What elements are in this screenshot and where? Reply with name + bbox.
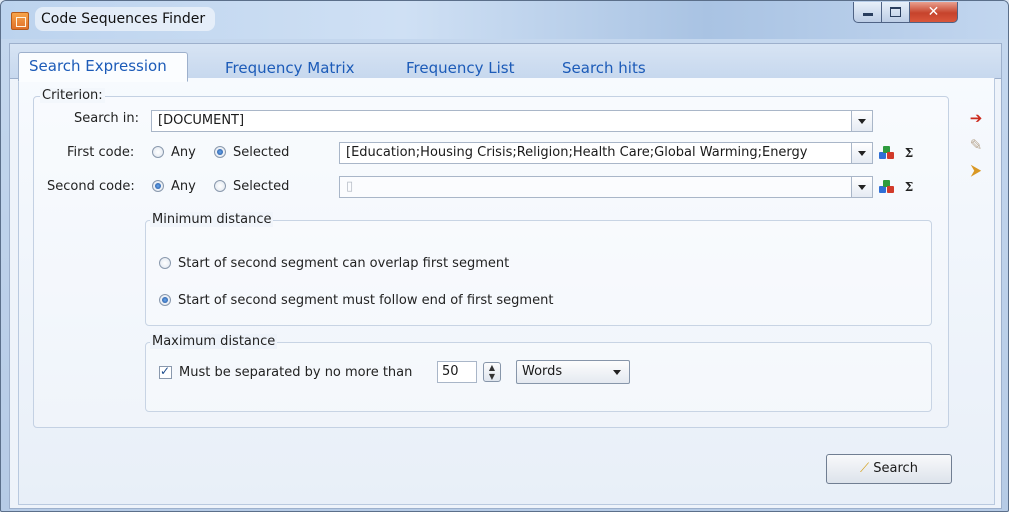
search-in-label: Search in:: [74, 111, 140, 126]
criterion-group: Criterion: Search in: [DOCUMENT] First c…: [33, 88, 949, 428]
chevron-down-icon[interactable]: [851, 111, 872, 131]
max-distance-checkbox[interactable]: [159, 364, 172, 379]
tab-frequency-list[interactable]: Frequency List: [406, 57, 514, 79]
overlap-radio[interactable]: [159, 257, 171, 269]
magic-wand-icon: ⟋: [860, 461, 870, 476]
maximum-distance-legend: Maximum distance: [150, 334, 278, 349]
first-code-label: First code:: [67, 145, 135, 160]
second-code-any-radio[interactable]: [152, 180, 164, 192]
tab-search-hits[interactable]: Search hits: [562, 57, 646, 79]
save-icon[interactable]: ⮞: [966, 160, 986, 180]
second-code-value: ▯: [346, 179, 354, 194]
first-code-selected-label: Selected: [233, 145, 290, 160]
search-button[interactable]: ⟋ Search: [826, 454, 952, 484]
tab-strip: Search Expression Frequency Matrix Frequ…: [10, 44, 1001, 82]
tab-frequency-matrix[interactable]: Frequency Matrix: [225, 57, 355, 79]
follow-label: Start of second segment must follow end …: [178, 293, 554, 308]
minimum-distance-legend: Minimum distance: [150, 212, 274, 227]
code-tree-icon[interactable]: [878, 179, 894, 195]
app-icon: [11, 12, 29, 30]
sigma-icon[interactable]: Σ: [901, 179, 917, 195]
distance-unit-select[interactable]: Words: [516, 360, 630, 384]
title-bar[interactable]: Code Sequences Finder ✕: [1, 1, 1008, 39]
minimize-button[interactable]: [853, 2, 882, 23]
overlap-label: Start of second segment can overlap firs…: [178, 256, 510, 271]
sigma-icon[interactable]: Σ: [901, 145, 917, 161]
close-icon: ✕: [927, 4, 940, 20]
max-distance-stepper[interactable]: ▲ ▼: [483, 362, 501, 382]
open-folder-icon[interactable]: ✎: [966, 135, 986, 155]
first-code-value: [Education;Housing Crisis;Religion;Healt…: [346, 145, 808, 160]
close-button[interactable]: ✕: [909, 2, 958, 23]
max-distance-label: Must be separated by no more than: [179, 365, 413, 380]
first-code-any-label: Any: [171, 145, 196, 160]
second-code-label: Second code:: [47, 179, 135, 194]
code-tree-icon[interactable]: [878, 145, 894, 161]
code-sequences-finder-window: Code Sequences Finder ✕ Search Expressio…: [0, 0, 1009, 512]
minimize-icon: [862, 13, 873, 16]
search-in-combo[interactable]: [DOCUMENT]: [151, 110, 873, 132]
first-code-combo[interactable]: [Education;Housing Crisis;Religion;Healt…: [339, 142, 873, 164]
first-code-selected-radio[interactable]: [214, 146, 226, 158]
maximize-icon: [890, 7, 901, 17]
second-code-any-label: Any: [171, 179, 196, 194]
exit-icon[interactable]: ➔: [966, 108, 986, 128]
chevron-down-icon[interactable]: [851, 177, 872, 197]
tab-search-expression[interactable]: Search Expression: [18, 52, 188, 82]
search-button-label: Search: [873, 461, 918, 476]
criterion-legend: Criterion:: [40, 88, 105, 103]
follow-radio[interactable]: [159, 294, 171, 306]
window-title: Code Sequences Finder: [35, 7, 216, 31]
second-code-selected-label: Selected: [233, 179, 290, 194]
chevron-down-icon[interactable]: [851, 143, 872, 163]
second-code-selected-radio[interactable]: [214, 180, 226, 192]
minimum-distance-group: Minimum distance Start of second segment…: [145, 212, 932, 326]
dialog-client-area: Search Expression Frequency Matrix Frequ…: [9, 43, 1002, 509]
maximize-button[interactable]: [881, 2, 910, 23]
first-code-any-radio[interactable]: [152, 146, 164, 158]
search-in-value: [DOCUMENT]: [158, 113, 245, 128]
search-expression-panel: Criterion: Search in: [DOCUMENT] First c…: [18, 78, 995, 505]
maximum-distance-group: Maximum distance Must be separated by no…: [145, 334, 932, 412]
second-code-combo[interactable]: ▯: [339, 176, 873, 198]
max-distance-input[interactable]: 50: [437, 361, 477, 383]
